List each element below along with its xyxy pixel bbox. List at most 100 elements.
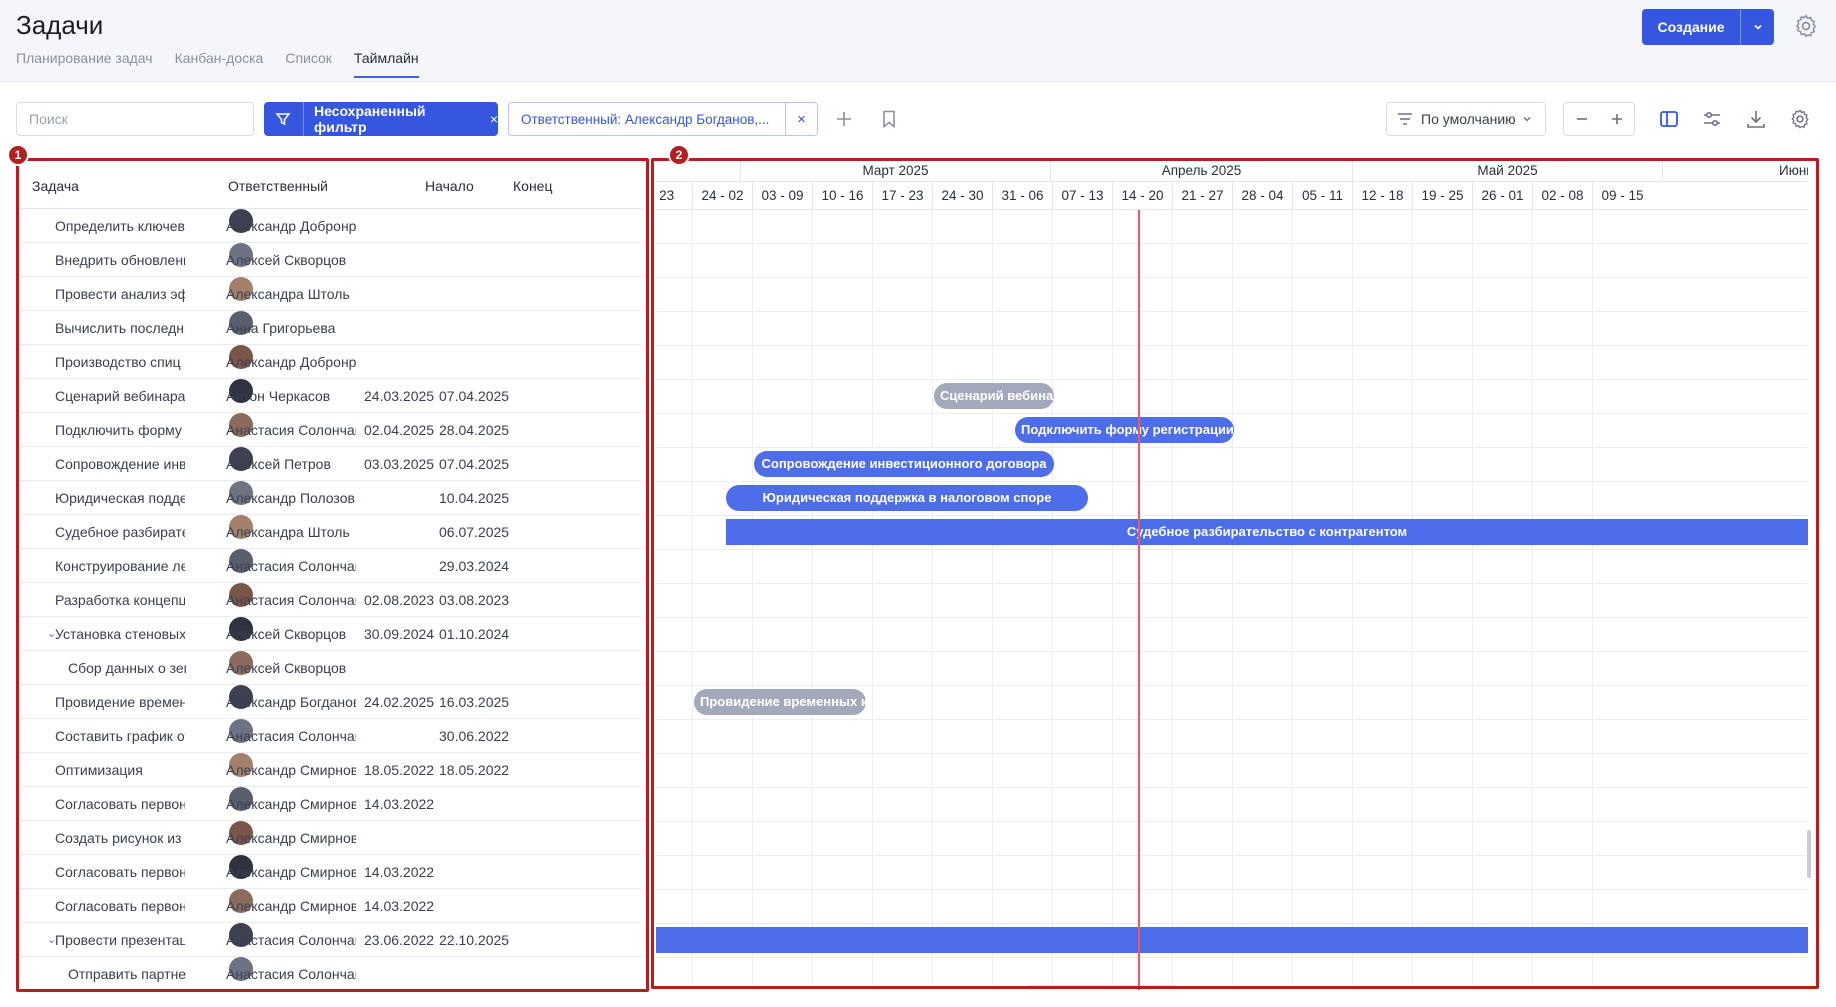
zoom-out-button[interactable] — [1564, 103, 1599, 135]
grid-column-line — [932, 210, 933, 990]
task-name[interactable]: Производство спиц — [55, 345, 185, 379]
task-bar[interactable]: Провидение временных ком... — [694, 689, 866, 715]
sort-select[interactable]: По умолчанию — [1386, 102, 1546, 136]
start-date: 02.04.2025 — [364, 422, 435, 438]
grid-row-line — [656, 855, 1808, 856]
table-row[interactable]: ⌄Провести презентаци...Анастасия Солонча… — [20, 923, 642, 957]
table-row[interactable]: Производство спиц Александр Добронравов — [20, 345, 642, 379]
table-row[interactable]: Юридическая поддер... Александр Полозов 10… — [20, 481, 642, 515]
chip-clear-icon[interactable]: × — [785, 103, 817, 135]
table-row[interactable]: Согласовать первона... Александр Смирнов 1… — [20, 889, 642, 923]
task-name[interactable]: Согласовать первона... — [55, 889, 185, 923]
task-name[interactable]: Оптимизация — [55, 753, 185, 787]
task-name[interactable]: Сопровождение инве... — [55, 447, 185, 481]
table-row[interactable]: Конструирование лек... Анастасия Солончак… — [20, 549, 642, 583]
task-bar[interactable] — [656, 927, 1808, 953]
task-bar[interactable]: Сценарий вебинара — [934, 383, 1054, 409]
table-row[interactable]: Оптимизация Александр Смирнов 18.05.2022 18… — [20, 753, 642, 787]
responsible-filter-chip[interactable]: Ответственный: Александр Богданов,... × — [508, 102, 818, 136]
task-bar[interactable]: Судебное разбирательство с контрагентом — [726, 519, 1808, 545]
column-header-responsible[interactable]: Ответственный — [228, 178, 328, 194]
table-row[interactable]: Провести анализ эфф... Александра Штоль — [20, 277, 642, 311]
create-button[interactable]: Создание — [1642, 9, 1774, 45]
search-input[interactable] — [16, 102, 254, 136]
task-bar[interactable]: Сопровождение инвестиционного договора — [754, 451, 1054, 477]
start-date: 30.09.2024 — [364, 626, 435, 642]
task-name[interactable]: Вычислить последни... — [55, 311, 185, 345]
settings-gear-icon[interactable] — [1793, 13, 1819, 39]
column-header-end[interactable]: Конец — [513, 178, 552, 194]
add-filter-icon[interactable] — [831, 106, 857, 132]
task-name[interactable]: Провести презентаци... — [55, 923, 185, 957]
tab-timeline[interactable]: Таймлайн — [353, 50, 419, 78]
create-dropdown-button[interactable] — [1740, 9, 1774, 45]
table-row[interactable]: Согласовать первона... Александр Смирнов 1… — [20, 787, 642, 821]
bookmark-icon[interactable] — [876, 106, 902, 132]
task-bar[interactable]: Подключить форму регистрации — [1015, 417, 1234, 443]
grid-row-line — [656, 379, 1808, 380]
task-name[interactable]: Судебное разбирател... — [55, 515, 185, 549]
table-row[interactable]: Вычислить последни... Анна Григорьева — [20, 311, 642, 345]
grid-row-line — [656, 753, 1808, 754]
download-icon[interactable] — [1743, 106, 1769, 132]
adjust-sliders-icon[interactable] — [1699, 106, 1725, 132]
task-name[interactable]: Определить ключевы... — [55, 209, 185, 243]
table-row[interactable]: ⌄Установка стеновых к...Алексей Скворцов… — [20, 617, 642, 651]
zoom-controls — [1563, 102, 1635, 136]
table-row[interactable]: Сопровождение инве... Алексей Петров 03.03… — [20, 447, 642, 481]
task-name[interactable]: Подключить форму р... — [55, 413, 185, 447]
unsaved-filter-button[interactable]: Несохраненный фильтр × — [264, 102, 498, 136]
task-name[interactable]: Составить график отп... — [55, 719, 185, 753]
grid-column-line — [1292, 210, 1293, 990]
tab-list[interactable]: Список — [285, 50, 332, 78]
panel-layout-icon[interactable] — [1656, 106, 1682, 132]
table-row[interactable]: Создать рисунок из п... Александр Смирнов — [20, 821, 642, 855]
grid-row-line — [656, 447, 1808, 448]
table-row[interactable]: Подключить форму р... Анастасия Солончак 0… — [20, 413, 642, 447]
grid-row-line — [656, 345, 1808, 346]
grid-row-line — [656, 277, 1808, 278]
table-row[interactable]: Сбор данных о зем... Алексей Скворцов — [20, 651, 642, 685]
table-row[interactable]: Внедрить обновления... Алексей Скворцов — [20, 243, 642, 277]
filter-clear-icon[interactable]: × — [490, 111, 498, 127]
task-name[interactable]: Создать рисунок из п... — [55, 821, 185, 855]
task-name[interactable]: Конструирование лек... — [55, 549, 185, 583]
responsible-name: Александр Смирнов — [226, 796, 356, 812]
task-name[interactable]: Юридическая поддер... — [55, 481, 185, 515]
task-name[interactable]: Отправить партнер... — [68, 957, 186, 987]
task-name[interactable]: Сценарий вебинара — [55, 379, 185, 413]
table-row[interactable]: Разработка концепци... Анастасия Солончак… — [20, 583, 642, 617]
column-header-start[interactable]: Начало — [425, 178, 474, 194]
task-name[interactable]: Согласовать первона... — [55, 787, 185, 821]
task-name[interactable]: Согласовать первона... — [55, 855, 185, 889]
table-row[interactable]: Отправить партнер... Анастасия Солончак — [20, 957, 642, 987]
month-march: Март 2025 — [740, 160, 1050, 182]
table-row[interactable]: Согласовать первона... Александр Смирнов 1… — [20, 855, 642, 889]
tab-kanban[interactable]: Канбан-доска — [175, 50, 264, 78]
column-header-task[interactable]: Задача — [32, 178, 79, 194]
horizontal-scrollbar[interactable] — [1027, 985, 1177, 989]
table-row[interactable]: Провидение временн... Александр Богданов 2… — [20, 685, 642, 719]
zoom-in-button[interactable] — [1599, 103, 1634, 135]
task-name[interactable]: Сбор данных о зем... — [68, 651, 186, 685]
today-line — [1138, 210, 1140, 990]
week-label: 17 - 23 — [872, 182, 932, 210]
task-name[interactable]: Внедрить обновления... — [55, 243, 185, 277]
task-name[interactable]: Провидение временн... — [55, 685, 185, 719]
task-name[interactable]: Разработка концепци... — [55, 583, 185, 617]
table-row[interactable]: Определить ключевы... Александр Добронрав… — [20, 209, 642, 243]
grid-column-line — [1532, 210, 1533, 990]
task-bar[interactable]: Юридическая поддержка в налоговом споре — [726, 485, 1088, 511]
grid-column-line — [992, 210, 993, 990]
task-name[interactable]: Установка стеновых к... — [55, 617, 185, 651]
vertical-scrollbar[interactable] — [1807, 830, 1811, 878]
filter-icon — [264, 102, 304, 136]
table-row[interactable]: Составить график отп... Анастасия Солонча… — [20, 719, 642, 753]
view-settings-gear-icon[interactable] — [1787, 106, 1813, 132]
timeline-weeks: - 2324 - 0203 - 0910 - 1617 - 2324 - 303… — [656, 182, 1808, 210]
responsible-name: Анастасия Солончак — [226, 558, 356, 574]
task-name[interactable]: Провести анализ эфф... — [55, 277, 185, 311]
table-row[interactable]: Судебное разбирател... Александра Штоль 06… — [20, 515, 642, 549]
table-row[interactable]: Сценарий вебинара Антон Черкасов 24.03.202… — [20, 379, 642, 413]
tab-planning[interactable]: Планирование задач — [16, 50, 153, 78]
